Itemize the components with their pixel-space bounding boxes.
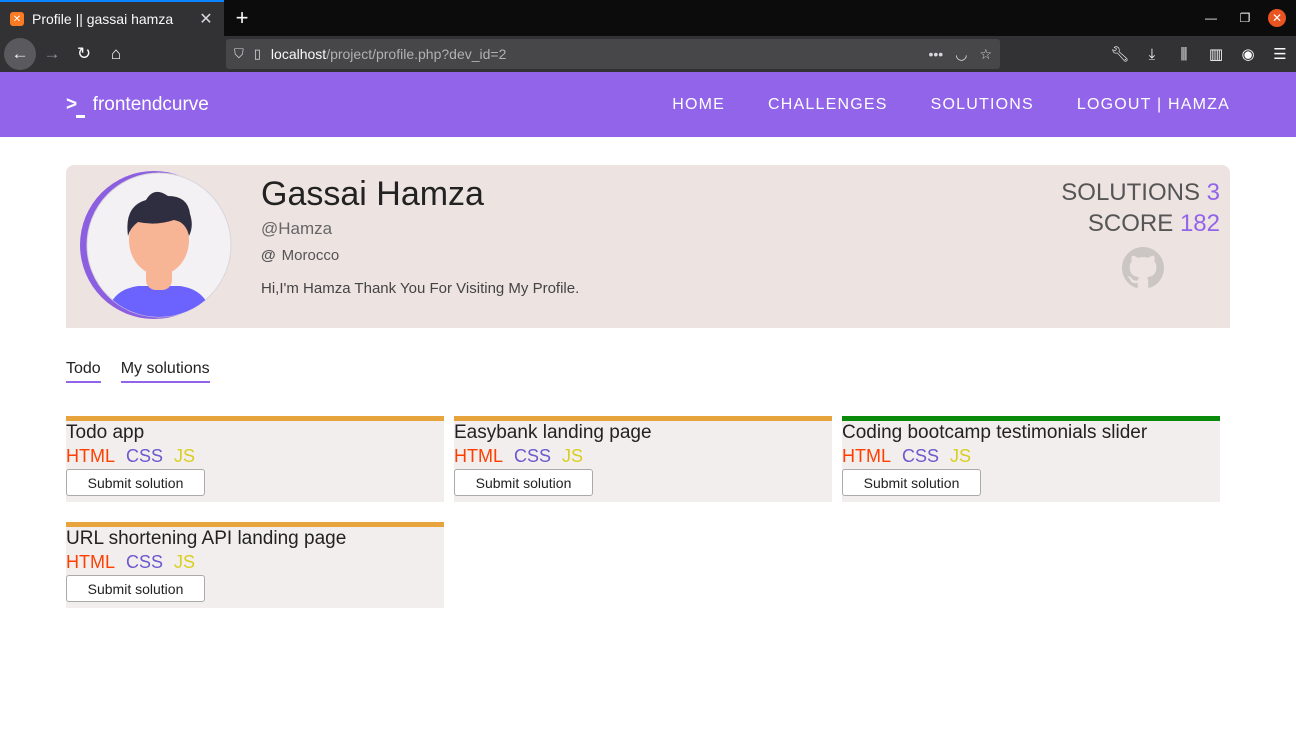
challenge-tags: HTML CSS JS <box>454 446 832 467</box>
shield-icon[interactable]: ⛉ <box>234 46 244 62</box>
site-header: > frontendcurve HOME CHALLENGES SOLUTION… <box>0 72 1296 137</box>
account-icon[interactable]: ◉ <box>1232 45 1264 63</box>
tag-css: CSS <box>902 446 940 466</box>
url-path: /project/profile.php?dev_id=2 <box>326 46 507 62</box>
page-info-icon[interactable]: ▯ <box>254 46 261 62</box>
logo-text: frontendcurve <box>92 93 209 115</box>
tag-html: HTML <box>454 446 503 466</box>
submit-solution-button[interactable]: Submit solution <box>66 575 205 602</box>
profile-tabs: Todo My solutions <box>66 360 210 383</box>
profile-bio: Hi,I'm Hamza Thank You For Visiting My P… <box>261 280 580 297</box>
reload-icon[interactable]: ↻ <box>68 38 100 70</box>
browser-tabbar: ✕ Profile || gassai hamza ✕ + — ❐ ✕ <box>0 0 1296 36</box>
menu-icon[interactable]: ☰ <box>1264 45 1296 63</box>
location-text: Morocco <box>281 247 340 264</box>
nav-challenges[interactable]: CHALLENGES <box>768 96 888 114</box>
challenge-card: URL shortening API landing page HTML CSS… <box>66 522 444 608</box>
window-controls: — ❐ ✕ <box>1194 0 1296 36</box>
tag-js: JS <box>562 446 584 466</box>
score-label: SCORE <box>1087 210 1174 237</box>
at-icon: @ <box>261 247 276 264</box>
challenge-tags: HTML CSS JS <box>66 552 444 573</box>
solutions-label: SOLUTIONS <box>1061 179 1200 206</box>
submit-solution-button[interactable]: Submit solution <box>66 469 205 496</box>
url-host: localhost <box>270 46 327 62</box>
challenge-tags: HTML CSS JS <box>66 446 444 467</box>
tab-my-solutions[interactable]: My solutions <box>120 360 210 383</box>
page-actions-icon[interactable]: ••• <box>929 46 944 62</box>
profile-handle: @Hamza <box>261 219 333 238</box>
tag-css: CSS <box>514 446 552 466</box>
tag-js: JS <box>950 446 972 466</box>
sidebar-icon[interactable]: ▥ <box>1200 45 1232 63</box>
challenge-card: Easybank landing page HTML CSS JS Submit… <box>454 416 832 502</box>
challenge-card: Coding bootcamp testimonials slider HTML… <box>842 416 1220 502</box>
terminal-prompt-icon: > <box>66 93 85 118</box>
tag-js: JS <box>174 446 196 466</box>
xampp-favicon-icon: ✕ <box>10 12 24 26</box>
maximize-icon[interactable]: ❐ <box>1228 11 1262 25</box>
forward-icon[interactable]: → <box>36 38 68 70</box>
challenge-card: Todo app HTML CSS JS Submit solution <box>66 416 444 502</box>
profile-card: Gassai Hamza @Hamza @ Morocco Hi,I'm Ham… <box>66 165 1230 328</box>
solutions-count: 3 <box>1206 179 1220 206</box>
avatar <box>80 171 232 319</box>
main-nav: HOME CHALLENGES SOLUTIONS LOGOUT | HAMZA <box>629 96 1230 114</box>
site-logo[interactable]: > frontendcurve <box>66 93 209 118</box>
new-tab-icon[interactable]: + <box>224 0 260 36</box>
minimize-icon[interactable]: — <box>1194 11 1228 25</box>
nav-logout[interactable]: LOGOUT | HAMZA <box>1077 96 1230 114</box>
window-close-icon[interactable]: ✕ <box>1268 9 1286 27</box>
library-icon[interactable]: ⫼ <box>1168 46 1200 63</box>
address-bar[interactable]: ⛉ ▯ localhost/project/profile.php?dev_id… <box>226 39 1000 69</box>
challenge-title[interactable]: Coding bootcamp testimonials slider <box>842 422 1220 444</box>
tag-html: HTML <box>66 446 115 466</box>
tab-todo[interactable]: Todo <box>66 360 101 383</box>
submit-solution-button[interactable]: Submit solution <box>454 469 593 496</box>
profile-name: Gassai Hamza <box>261 175 484 213</box>
tab-close-icon[interactable]: ✕ <box>196 9 216 29</box>
challenge-list: Todo app HTML CSS JS Submit solution Eas… <box>66 416 1230 608</box>
score-stat: SCORE 182 <box>1061 208 1220 239</box>
tab-title: Profile || gassai hamza <box>32 11 174 27</box>
browser-tab[interactable]: ✕ Profile || gassai hamza ✕ <box>0 0 224 36</box>
github-icon[interactable] <box>1122 247 1164 289</box>
bookmark-star-icon[interactable]: ☆ <box>979 46 992 63</box>
tag-css: CSS <box>126 552 164 572</box>
submit-solution-button[interactable]: Submit solution <box>842 469 981 496</box>
browser-toolbar-icons: 🔧︎ ⤓ ⫼ ▥ ◉ ☰ <box>1104 36 1296 72</box>
url-text[interactable]: localhost/project/profile.php?dev_id=2 <box>271 46 917 62</box>
tag-js: JS <box>174 552 196 572</box>
challenge-title[interactable]: Todo app <box>66 422 444 444</box>
profile-stats: SOLUTIONS 3 SCORE 182 <box>1061 177 1220 239</box>
challenge-title[interactable]: Easybank landing page <box>454 422 832 444</box>
download-icon[interactable]: ⤓ <box>1136 46 1168 63</box>
back-icon[interactable]: ← <box>4 38 36 70</box>
home-icon[interactable]: ⌂ <box>100 38 132 70</box>
nav-home[interactable]: HOME <box>672 96 725 114</box>
challenge-tags: HTML CSS JS <box>842 446 1220 467</box>
nav-solutions[interactable]: SOLUTIONS <box>931 96 1034 114</box>
profile-location: @ Morocco <box>261 247 339 264</box>
tag-html: HTML <box>66 552 115 572</box>
wrench-icon[interactable]: 🔧︎ <box>1104 45 1136 63</box>
score-value: 182 <box>1179 210 1220 237</box>
tag-html: HTML <box>842 446 891 466</box>
challenge-title[interactable]: URL shortening API landing page <box>66 528 444 550</box>
solutions-stat: SOLUTIONS 3 <box>1061 177 1220 208</box>
pocket-icon[interactable]: ◡ <box>955 46 967 63</box>
tag-css: CSS <box>126 446 164 466</box>
